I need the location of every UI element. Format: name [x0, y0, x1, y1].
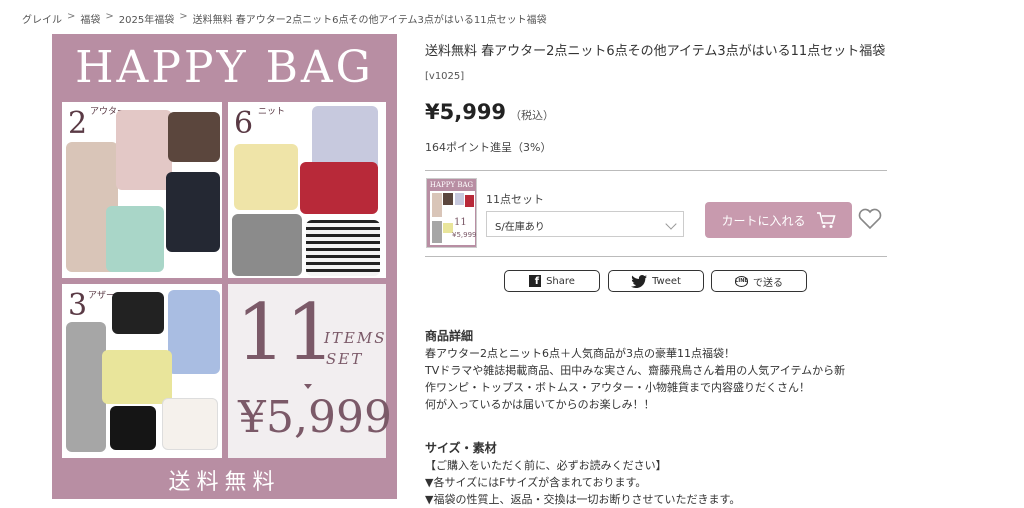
line-label: で送る [753, 277, 783, 289]
breadcrumb-item-fukubukuro[interactable]: 福袋 [80, 11, 100, 26]
other-tag: アザー [88, 291, 116, 301]
product-code: [v1025] [425, 71, 465, 82]
hero-title: HAPPY BAG [75, 42, 374, 93]
variant-thumbnail[interactable]: HAPPY BAG 11 ¥5,999 [426, 178, 477, 248]
jacket-image [168, 112, 220, 162]
thumb-other-swatch [432, 221, 442, 243]
red-cardigan-image [300, 162, 378, 214]
twitter-bird-icon [631, 274, 648, 288]
details-heading: 商品詳細 [425, 329, 474, 343]
shirt-image [168, 290, 220, 374]
other-panel: 3 アザー [62, 284, 222, 458]
outer-panel: 2 アウター [62, 102, 222, 278]
facebook-label: Share [546, 275, 575, 287]
details-line: 作ワンピ・トップス・ボトムス・アウター・小物雑貨まで内容盛りだくさん！ [425, 381, 810, 394]
set-label-hero: SET [326, 350, 364, 368]
points-note: 164ポイント進呈（3%） [425, 141, 552, 154]
striped-knit-image [306, 220, 380, 276]
breadcrumb-separator: > [179, 11, 188, 22]
cape-image [116, 110, 172, 190]
hero-price: ¥5,999 [238, 392, 392, 443]
product-title-text: 送料無料 春アウター2点ニット6点その他アイテム3点がはいる11点セット福袋 [425, 44, 886, 59]
product-title: 送料無料 春アウター2点ニット6点その他アイテム3点がはいる11点セット福袋 [v… [425, 40, 895, 89]
line-share-button[interactable]: LINE で送る [711, 270, 807, 292]
outer-count: 2 [68, 106, 88, 141]
cart-button-label: カートに入れる [721, 213, 806, 228]
size-line: 【ご購入をいただく前に、必ずお読みください】 [425, 459, 667, 472]
size-material-body: 【ご購入をいただく前に、必ずお読みください】 ▼各サイズにはFサイズが含まれてお… [425, 457, 895, 508]
facebook-icon: f [529, 275, 542, 287]
sneakers-image [112, 292, 164, 334]
divider [425, 256, 887, 257]
price-value: ¥5,999 [425, 100, 507, 124]
down-arrow-icon [304, 384, 312, 389]
thumb-price: ¥5,999 [452, 231, 477, 239]
tax-note: （税込） [510, 109, 555, 122]
thumb-knit-swatch [455, 193, 464, 205]
thumb-collage: 11 ¥5,999 [430, 191, 477, 245]
product-main-image[interactable]: HAPPY BAG 2 アウター 6 ニット 3 アザー 11 ITEMS SE… [52, 34, 397, 499]
facebook-share-button[interactable]: f Share [504, 270, 600, 292]
knit-tag: ニット [258, 107, 286, 117]
breadcrumb-separator: > [105, 11, 114, 22]
blazer-image [166, 172, 220, 252]
yellow-top-image [102, 350, 172, 404]
twitter-tweet-button[interactable]: Tweet [608, 270, 704, 292]
knit-panel: 6 ニット [228, 102, 386, 278]
cart-icon [816, 212, 835, 228]
blue-knit-image [312, 106, 378, 170]
item-count: 11 [236, 288, 336, 378]
breadcrumb: グレイル > 福袋 > 2025年福袋 > 送料無料 春アウター2点ニット6点そ… [22, 11, 547, 26]
items-label: ITEMS [324, 329, 387, 347]
product-price: ¥5,999 （税込） [425, 100, 554, 124]
thumb-knit-swatch [465, 195, 474, 207]
items-set-label: ITEMS SET [324, 328, 387, 370]
line-icon: LINE [735, 275, 748, 287]
free-shipping-label: 送料無料 [168, 470, 281, 495]
other-count: 3 [68, 288, 88, 323]
divider [425, 170, 887, 171]
select-value: S/在庫あり [495, 222, 545, 233]
thumb-outer-swatch [432, 193, 442, 217]
setup-image [66, 322, 106, 452]
details-body: 春アウター2点とニット6点＋人気商品が3点の豪華11点福袋！ TVドラマや雑誌掲… [425, 345, 895, 413]
breadcrumb-separator: > [67, 11, 76, 22]
size-stock-select[interactable]: S/在庫あり [486, 211, 684, 237]
details-line: TVドラマや雑誌掲載商品、田中みな実さん、齋藤飛鳥さん着用の人気アイテムから新 [425, 364, 846, 377]
breadcrumb-item-current: 送料無料 春アウター2点ニット6点その他アイテム3点がはいる11点セット福袋 [192, 15, 547, 26]
add-to-cart-button[interactable]: カートに入れる [705, 202, 852, 238]
breadcrumb-item-home[interactable]: グレイル [22, 11, 62, 26]
set-label: 11点セット [486, 193, 544, 206]
twitter-label: Tweet [652, 275, 681, 287]
bag-image [110, 406, 156, 450]
thumb-count: 11 [454, 217, 467, 228]
size-material-heading: サイズ・素材 [425, 441, 497, 455]
details-line: 何が入っているかは届いてからのお楽しみ！！ [425, 398, 655, 411]
favorite-heart-icon[interactable] [857, 207, 883, 231]
knit-count: 6 [234, 106, 254, 141]
price-panel: 11 ITEMS SET ¥5,999 [228, 284, 392, 458]
gray-knit-image [232, 214, 302, 276]
chevron-down-icon [665, 218, 677, 230]
breadcrumb-item-2025[interactable]: 2025年福袋 [119, 11, 174, 26]
skirt-image [162, 398, 218, 450]
size-line: ▼各サイズにはFサイズが含まれております。 [425, 476, 647, 489]
thumb-outer-swatch [443, 193, 453, 205]
size-line: ▼福袋の性質上、返品・交換は一切お断りさせていただきます。 [425, 493, 741, 506]
yellow-cardigan-image [234, 144, 298, 210]
details-line: 春アウター2点とニット6点＋人気商品が3点の豪華11点福袋！ [425, 347, 735, 360]
thumb-title: HAPPY BAG [429, 181, 474, 189]
cardigan-image [106, 206, 164, 272]
